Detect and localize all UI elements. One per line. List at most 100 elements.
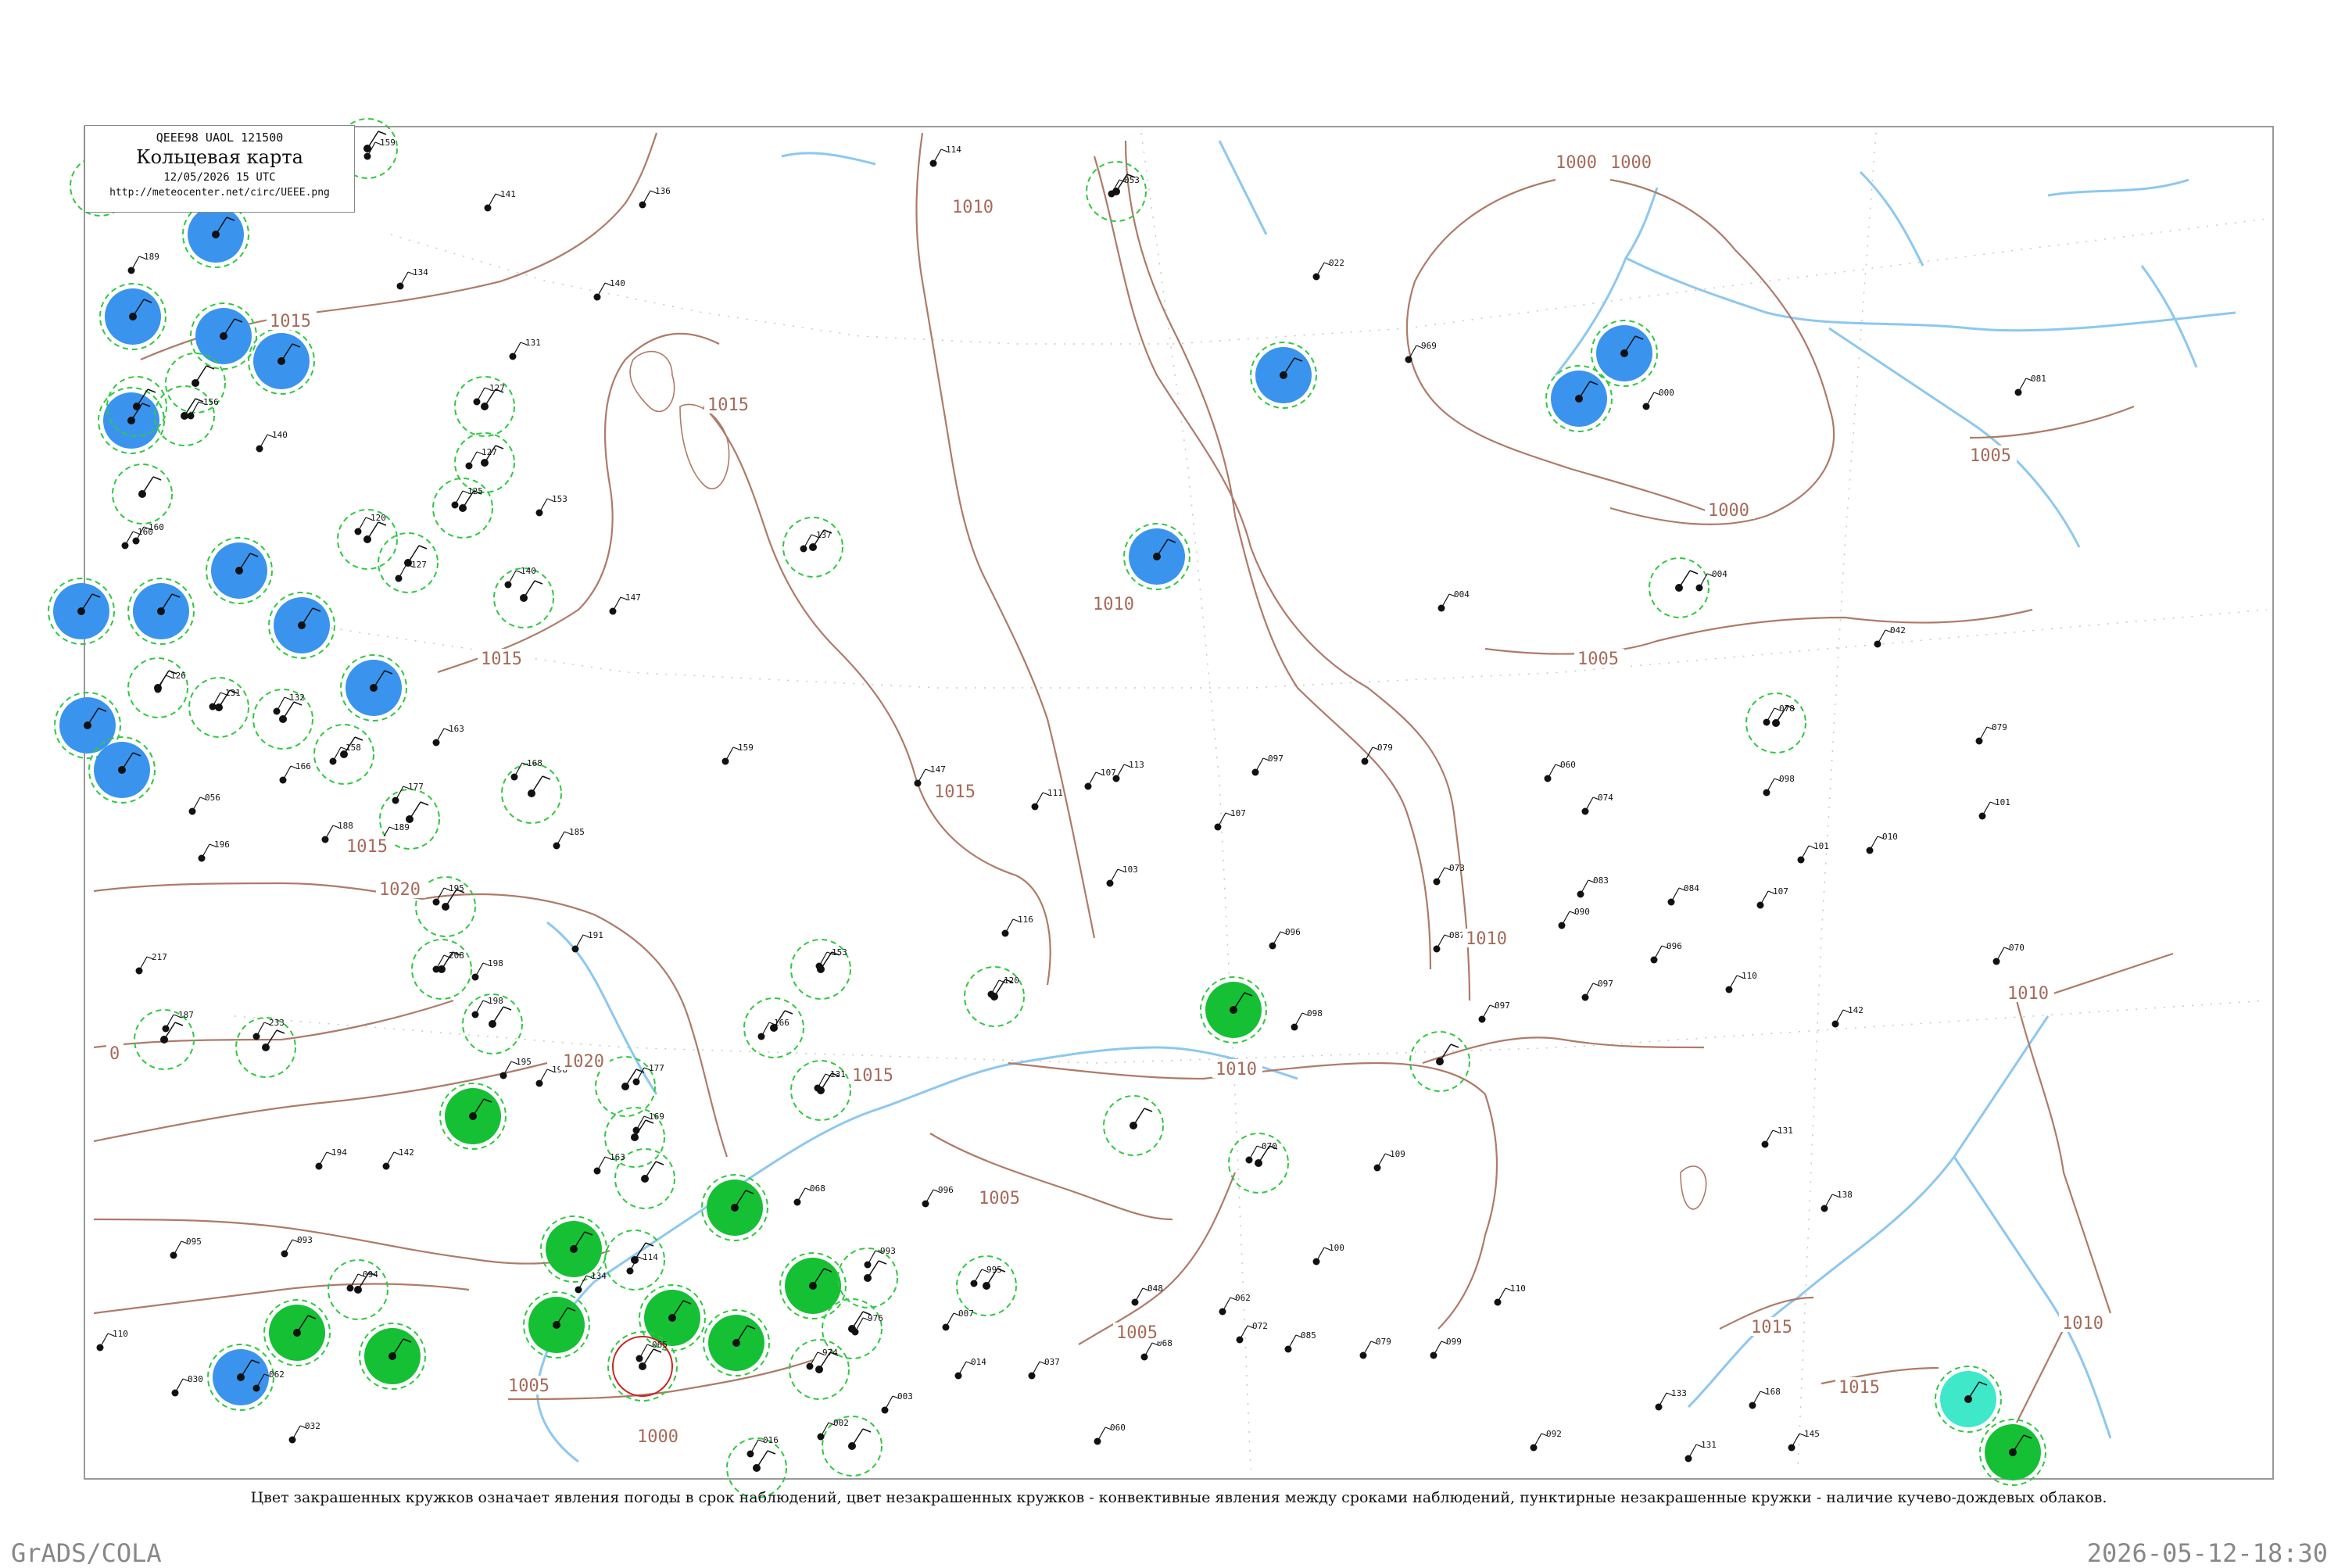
station-marker-cb: [1409, 1031, 1470, 1092]
station-pressure-label: 074: [1598, 793, 1613, 803]
station-observation: 098: [1291, 1008, 1323, 1031]
station-marker-cb: [313, 724, 374, 785]
station-pressure-label: 100: [1329, 1243, 1344, 1253]
station-observation: 141: [484, 189, 516, 212]
station-pressure-label: 107: [1230, 808, 1246, 818]
station-marker-thunder: [703, 1309, 770, 1376]
station-pressure-label: 060: [1560, 760, 1576, 770]
station-observation: 109: [1373, 1149, 1405, 1172]
station-pressure-label: 062: [1235, 1293, 1251, 1303]
station-observation: 081: [2014, 374, 2046, 396]
station-observation: 208: [432, 950, 464, 973]
station-pressure-label: 110: [1510, 1283, 1526, 1294]
station-pressure-label: 097: [1598, 979, 1613, 989]
station-pressure-label: 136: [655, 186, 671, 196]
station-pressure-label: 098: [1307, 1008, 1323, 1018]
map-title: Кольцевая карта: [136, 146, 303, 168]
station-marker-cb: [1745, 693, 1806, 754]
isobar-value-label: 1005: [1970, 446, 2011, 466]
station-observation: 976: [851, 1313, 883, 1336]
station-observation: 107: [1756, 886, 1788, 909]
station-observation: 169: [632, 1112, 664, 1134]
station-marker-cb: [411, 939, 472, 1000]
station-pressure-label: 169: [649, 1112, 664, 1122]
coordinate-grid: [234, 132, 2268, 1470]
station-marker-thunder: [523, 1291, 590, 1359]
isobar-value-label: 1005: [1577, 650, 1619, 669]
station-pressure-label: 060: [1110, 1423, 1126, 1433]
station-observation: 092: [1530, 1429, 1562, 1452]
station-pressure-label: 141: [500, 189, 516, 199]
station-marker-cb: [112, 464, 173, 524]
station-pressure-label: 134: [413, 267, 428, 277]
map-date: 12/05/2026 15 UTC: [163, 171, 276, 184]
isobar-value-label: 1010: [1466, 929, 1507, 949]
station-pressure-label: 185: [569, 827, 585, 837]
station-observation: 096: [1650, 941, 1682, 964]
station-observation: 070: [1245, 1141, 1277, 1164]
station-observation: 010: [1866, 832, 1898, 854]
station-pressure-label: 137: [816, 530, 832, 540]
station-marker-rain: [207, 1344, 274, 1411]
station-marker-cb: [789, 1339, 850, 1400]
station-pressure-label: 131: [225, 688, 241, 698]
station-pressure-label: 107: [1773, 886, 1788, 897]
station-observation: 114: [929, 145, 961, 167]
station-pressure-label: 142: [1848, 1005, 1863, 1015]
station-observation: 196: [198, 839, 230, 862]
station-observation: 037: [1028, 1357, 1060, 1380]
station-observation: 189: [127, 252, 159, 274]
station-pressure-label: 111: [1047, 788, 1063, 798]
station-marker-rain: [268, 592, 335, 659]
station-marker-rain: [206, 537, 273, 604]
station-marker-cb: [1228, 1133, 1289, 1194]
station-pressure-label: 131: [830, 1069, 846, 1079]
station-pressure-label: 191: [588, 930, 603, 940]
map-caption: Цвет закрашенных кружков означает явлени…: [250, 1489, 2107, 1506]
station-marker-rain: [1545, 365, 1613, 432]
isobar-value-label: 1000: [1556, 153, 1597, 173]
station-pressure-label: 995: [986, 1265, 1002, 1275]
station-pressure-label: 198: [488, 958, 503, 968]
station-marker-rain: [248, 328, 315, 395]
station-observation: 004: [1437, 589, 1470, 612]
station-marker-cb: [1103, 1095, 1164, 1156]
station-pressure-label: 140: [272, 430, 288, 440]
station-pressure-label: 187: [178, 1010, 194, 1020]
station-observation: 127: [465, 447, 497, 470]
station-observation: 062: [1219, 1293, 1251, 1316]
isobar-value-label: 1015: [1751, 1318, 1792, 1337]
station-pressure-label: 101: [1995, 797, 2010, 807]
station-pressure-label: 127: [482, 447, 497, 457]
station-pressure-label: 022: [1329, 258, 1344, 268]
station-marker-cb: [432, 478, 493, 539]
footer-software-label: GrADS/COLA: [11, 1538, 162, 1568]
station-pressure-label: 131: [1778, 1126, 1793, 1136]
station-observation: 079: [1359, 1337, 1391, 1359]
station-observation: 110: [1494, 1283, 1526, 1306]
station-pressure-label: 131: [1701, 1440, 1717, 1450]
station-pressure-label: 090: [1574, 907, 1590, 917]
station-pressure-label: 079: [1992, 722, 2007, 732]
station-marker-thunder: [1979, 1419, 2046, 1486]
station-pressure-label: 097: [1268, 754, 1283, 764]
station-pressure-label: 208: [449, 950, 464, 961]
station-observation: 974: [806, 1348, 838, 1370]
station-pressure-label: 177: [649, 1063, 664, 1073]
map-url[interactable]: http://meteocenter.net/circ/UEEE.png: [85, 187, 354, 199]
station-observation: 131: [509, 338, 541, 360]
station-marker-cb: [822, 1416, 883, 1477]
isobar-value-label: 1015: [1838, 1378, 1880, 1398]
station-observation: 145: [1788, 1429, 1820, 1452]
station-pressure-label: 099: [1446, 1337, 1462, 1347]
station-pressure-label: 198: [488, 996, 503, 1006]
station-pressure-label: 217: [152, 952, 167, 962]
map-legend-box: QEEE98 UAOL 121500 Кольцевая карта 12/05…: [84, 125, 355, 213]
station-marker-cb: [337, 509, 398, 570]
station-pressure-label: 084: [1684, 883, 1699, 893]
station-pressure-label: 127: [411, 560, 427, 570]
station-observation: 085: [1284, 1330, 1316, 1353]
station-observation: 072: [1236, 1321, 1268, 1344]
station-pressure-label: 159: [380, 138, 396, 148]
station-observation: 142: [382, 1147, 414, 1170]
